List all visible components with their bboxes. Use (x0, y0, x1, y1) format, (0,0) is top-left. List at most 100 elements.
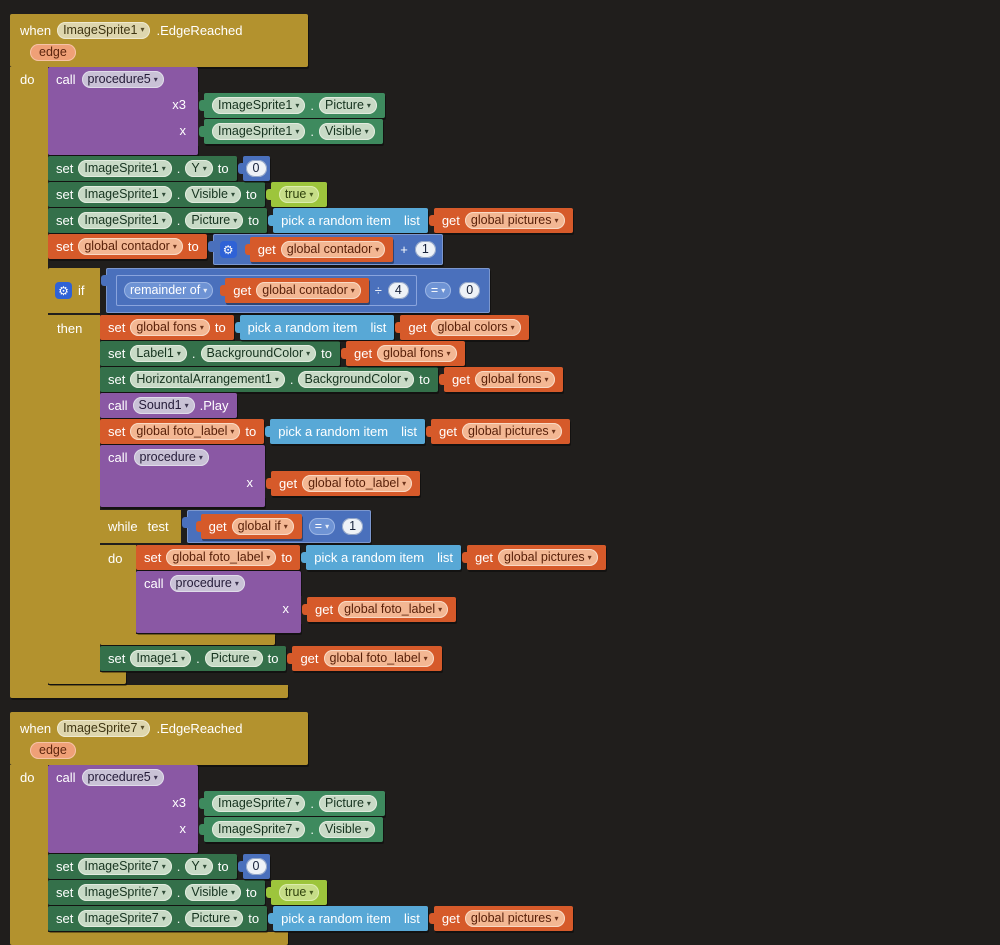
component-dropdown[interactable]: ImageSprite7▾ (57, 720, 150, 737)
property-dropdown[interactable]: Y▾ (185, 858, 212, 875)
call-procedure5-block[interactable]: call procedure5▾ x3 ImageSprite7▾ . Pict… (48, 765, 385, 853)
procedure-dropdown[interactable]: procedure▾ (170, 575, 245, 592)
set-property-block[interactable]: set ImageSprite7▾ . Y▾ to (48, 854, 237, 879)
component-property-getter[interactable]: ImageSprite7▾ . Picture▾ (204, 791, 385, 816)
property-dropdown[interactable]: Picture▾ (185, 212, 243, 229)
gear-icon[interactable]: ⚙ (220, 241, 237, 258)
compare-op-dropdown[interactable]: =▾ (309, 518, 335, 535)
if-block[interactable]: ⚙ if remainder of▾ get global contador▾ … (48, 268, 606, 684)
property-dropdown[interactable]: Visible▾ (319, 821, 375, 838)
number-input[interactable]: 0 (246, 858, 267, 875)
call-procedure-block[interactable]: call procedure▾ x get global fo (136, 571, 456, 633)
component-dropdown[interactable]: ImageSprite1▾ (212, 97, 305, 114)
variable-dropdown[interactable]: global foto_label▾ (302, 475, 412, 492)
event-block-imagesprite1-edgereached[interactable]: when ImageSprite1▾ .EdgeReached edge do … (10, 14, 1000, 698)
get-variable-block[interactable]: get global contador▾ (225, 278, 369, 303)
variable-dropdown[interactable]: global pictures▾ (465, 910, 565, 927)
variable-dropdown[interactable]: global if▾ (232, 518, 294, 535)
property-dropdown[interactable]: Picture▾ (205, 650, 263, 667)
variable-dropdown[interactable]: global foto_label▾ (338, 601, 448, 618)
get-variable-block[interactable]: get global pictures▾ (431, 419, 570, 444)
variable-dropdown[interactable]: global foto_label▾ (166, 549, 276, 566)
variable-dropdown[interactable]: global pictures▾ (462, 423, 562, 440)
set-variable-block[interactable]: set global fons▾ to (100, 315, 234, 340)
event-param-edge[interactable]: edge (30, 44, 76, 61)
event-block-imagesprite7-edgereached[interactable]: when ImageSprite7▾ .EdgeReached edge do … (10, 712, 1000, 945)
while-header[interactable]: while test (100, 510, 181, 543)
call-header[interactable]: call procedure5▾ (48, 67, 198, 92)
component-dropdown[interactable]: ImageSprite7▾ (78, 884, 171, 901)
component-property-getter[interactable]: ImageSprite1▾ . Picture▾ (204, 93, 385, 118)
get-variable-block[interactable]: get global foto_label▾ (307, 597, 456, 622)
logic-compare-block[interactable]: remainder of▾ get global contador▾ ÷ 4 =… (106, 268, 490, 313)
variable-dropdown[interactable]: global contador▾ (256, 282, 361, 299)
pick-random-item-block[interactable]: pick a random item list (240, 315, 395, 340)
set-property-block[interactable]: set ImageSprite1▾ . Picture▾ to (48, 208, 267, 233)
set-variable-block[interactable]: set global contador▾ to (48, 234, 207, 259)
logic-dropdown[interactable]: true▾ (279, 186, 320, 203)
component-dropdown[interactable]: Sound1▾ (133, 397, 195, 414)
number-input[interactable]: 1 (342, 518, 363, 535)
set-property-block[interactable]: set ImageSprite1▾ . Y▾ to (48, 156, 237, 181)
math-add-block[interactable]: ⚙ get global contador▾ + 1 (213, 234, 443, 265)
set-variable-block[interactable]: set global foto_label▾ to (136, 545, 300, 570)
component-dropdown[interactable]: ImageSprite7▾ (78, 858, 171, 875)
event-param-edge[interactable]: edge (30, 742, 76, 759)
component-dropdown[interactable]: Label1▾ (130, 345, 187, 362)
variable-dropdown[interactable]: global foto_label▾ (324, 650, 434, 667)
component-dropdown[interactable]: ImageSprite1▾ (212, 123, 305, 140)
variable-dropdown[interactable]: global fons▾ (377, 345, 456, 362)
logic-true-block[interactable]: true▾ (271, 880, 328, 905)
set-property-block[interactable]: set Image1▾ . Picture▾ to (100, 646, 286, 671)
variable-dropdown[interactable]: global contador▾ (281, 241, 386, 258)
gear-icon[interactable]: ⚙ (55, 282, 72, 299)
component-dropdown[interactable]: ImageSprite7▾ (212, 821, 305, 838)
event-header[interactable]: when ImageSprite1▾ .EdgeReached edge (10, 14, 308, 67)
set-property-block[interactable]: set ImageSprite1▾ . Visible▾ to (48, 182, 265, 207)
call-header[interactable]: call procedure▾ (136, 571, 301, 596)
variable-dropdown[interactable]: global pictures▾ (498, 549, 598, 566)
get-variable-block[interactable]: get global if▾ (201, 514, 302, 539)
component-dropdown[interactable]: ImageSprite1▾ (78, 186, 171, 203)
compare-op-dropdown[interactable]: =▾ (425, 282, 451, 299)
number-block[interactable]: 0 (243, 854, 270, 879)
component-dropdown[interactable]: Image1▾ (130, 650, 191, 667)
get-variable-block[interactable]: get global foto_label▾ (292, 646, 441, 671)
pick-random-item-block[interactable]: pick a random item list (270, 419, 425, 444)
component-dropdown[interactable]: ImageSprite1▾ (57, 22, 150, 39)
set-variable-block[interactable]: set global foto_label▾ to (100, 419, 264, 444)
math-remainder-block[interactable]: remainder of▾ get global contador▾ ÷ 4 (116, 275, 417, 306)
variable-dropdown[interactable]: global fons▾ (130, 319, 209, 336)
component-dropdown[interactable]: ImageSprite7▾ (78, 910, 171, 927)
number-input[interactable]: 4 (388, 282, 409, 299)
logic-dropdown[interactable]: true▾ (279, 884, 320, 901)
logic-compare-block[interactable]: get global if▾ =▾ 1 (187, 510, 371, 543)
variable-dropdown[interactable]: global foto_label▾ (130, 423, 240, 440)
pick-random-item-block[interactable]: pick a random item list (306, 545, 461, 570)
property-dropdown[interactable]: Visible▾ (185, 186, 241, 203)
call-header[interactable]: call procedure5▾ (48, 765, 198, 790)
get-variable-block[interactable]: get global fons▾ (444, 367, 563, 392)
set-property-block[interactable]: set ImageSprite7▾ . Visible▾ to (48, 880, 265, 905)
if-header[interactable]: ⚙ if (48, 268, 100, 313)
variable-dropdown[interactable]: global contador▾ (78, 238, 183, 255)
property-dropdown[interactable]: Visible▾ (185, 884, 241, 901)
variable-dropdown[interactable]: global fons▾ (475, 371, 554, 388)
property-dropdown[interactable]: Picture▾ (319, 97, 377, 114)
procedure-dropdown[interactable]: procedure5▾ (82, 769, 164, 786)
number-input[interactable]: 1 (415, 241, 436, 258)
property-dropdown[interactable]: Y▾ (185, 160, 212, 177)
get-variable-block[interactable]: get global colors▾ (400, 315, 528, 340)
logic-true-block[interactable]: true▾ (271, 182, 328, 207)
number-input[interactable]: 0 (459, 282, 480, 299)
property-dropdown[interactable]: Picture▾ (185, 910, 243, 927)
call-procedure-block[interactable]: call procedure▾ x get global foto_label▾ (100, 445, 420, 507)
call-procedure5-block[interactable]: call procedure5▾ x3 ImageSprite1▾ . Pict… (48, 67, 385, 155)
property-dropdown[interactable]: BackgroundColor▾ (298, 371, 414, 388)
component-dropdown[interactable]: ImageSprite1▾ (78, 160, 171, 177)
call-component-method-block[interactable]: call Sound1▾ .Play (100, 393, 237, 418)
number-input[interactable]: 0 (246, 160, 267, 177)
get-variable-block[interactable]: get global contador▾ (250, 237, 394, 262)
while-block[interactable]: while test get global if▾ =▾ (100, 510, 606, 645)
variable-dropdown[interactable]: global colors▾ (431, 319, 520, 336)
